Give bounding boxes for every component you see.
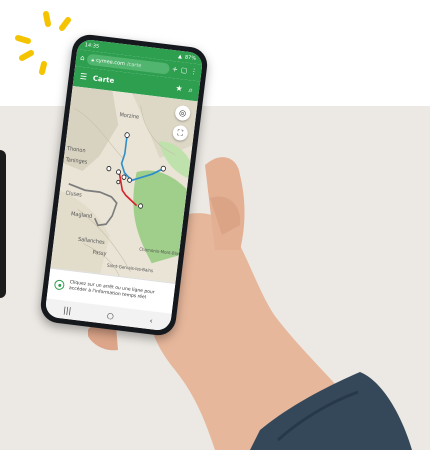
stop-marker[interactable] (138, 203, 143, 209)
star-icon[interactable]: ★ (175, 84, 183, 94)
status-time: 14:35 (84, 41, 100, 50)
search-icon[interactable]: ⌕ (188, 85, 194, 94)
info-text: Cliquez sur un arrêt ou une ligne pour a… (68, 280, 155, 301)
stop-marker[interactable] (124, 132, 130, 139)
info-target-icon (53, 279, 65, 291)
signal-icon: ▲ (177, 53, 183, 60)
back-chevron-icon[interactable]: ‹ (149, 316, 153, 325)
menu-icon[interactable]: ☰ (79, 72, 87, 82)
stop-marker[interactable] (121, 174, 127, 180)
stop-marker[interactable] (127, 177, 133, 183)
stop-marker[interactable] (116, 179, 121, 185)
more-vertical-icon[interactable]: ⋮ (190, 67, 198, 76)
home-icon[interactable]: ⌂ (80, 54, 85, 62)
recent-apps-icon[interactable]: ||| (63, 305, 72, 315)
phone-screen: 14:35 ▲ 87% ⌂ 🔒︎ cymee.com/carte + ▢ ⋮ ☰… (44, 38, 204, 332)
focus-icon: ⛶ (176, 127, 184, 138)
crosshair-icon: ◎ (178, 108, 187, 119)
url-path: /carte (126, 60, 142, 69)
tabs-icon[interactable]: ▢ (180, 66, 188, 75)
stop-marker[interactable] (106, 165, 112, 172)
map-view[interactable]: Morzine Thonon Taninges Cluses Magland S… (50, 86, 198, 284)
url-host: cymee.com (95, 57, 126, 67)
plus-icon[interactable]: + (172, 65, 179, 74)
lock-icon: 🔒︎ (91, 56, 95, 63)
home-circle-icon[interactable]: ○ (106, 310, 114, 320)
stop-marker[interactable] (160, 165, 166, 172)
battery-level: 87% (184, 53, 197, 62)
stop-marker[interactable] (116, 169, 121, 175)
